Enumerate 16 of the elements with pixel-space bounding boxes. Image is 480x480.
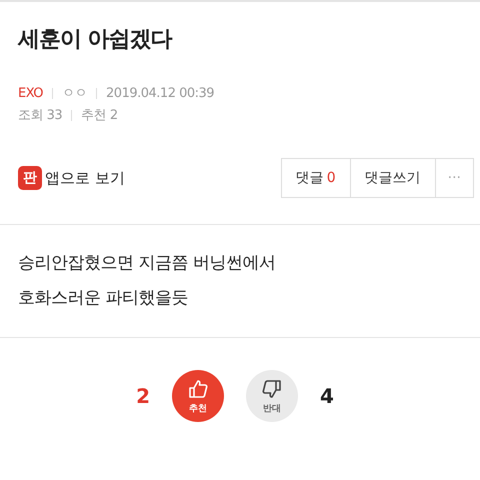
app-link[interactable]: 앱으로 보기	[45, 168, 125, 188]
view-count: 조회 33	[18, 107, 62, 124]
post-title: 세훈이 아쉽겠다	[18, 26, 174, 54]
downvote-button[interactable]: 반대	[246, 370, 298, 422]
app-logo-icon[interactable]: 판	[18, 166, 42, 190]
board-link[interactable]: EXO	[18, 86, 44, 100]
post-date: 2019.04.12 00:39	[106, 86, 214, 100]
upvote-button[interactable]: 추천	[172, 370, 224, 422]
post-text-line: 승리안잡혔으면 지금쯤 버닝썬에서	[18, 252, 276, 274]
post-text-line: 호화스러운 파티했을듯	[18, 287, 189, 309]
thumbs-down-icon	[260, 377, 284, 401]
downvote-count: 4	[320, 384, 334, 408]
upvote-count: 2	[136, 384, 150, 408]
author-name: ㅇㅇ	[62, 85, 88, 102]
recommend-count: 추천 2	[81, 107, 118, 124]
thumbs-up-icon	[186, 377, 210, 401]
